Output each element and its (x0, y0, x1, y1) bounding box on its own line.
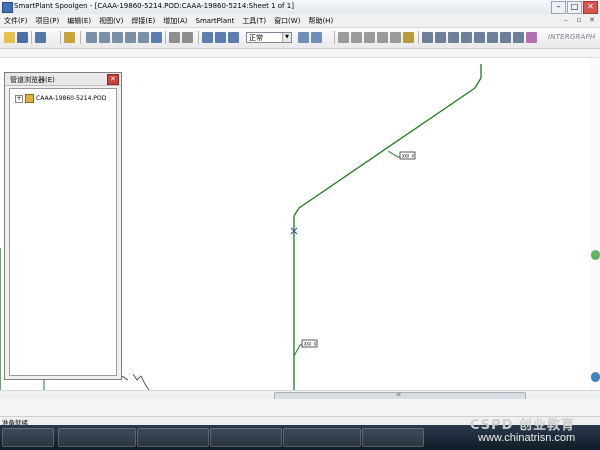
doc-close-button[interactable]: ✕ (587, 15, 597, 25)
menu-smartplant[interactable]: SmartPlant (192, 15, 239, 27)
zoom-window-icon[interactable] (86, 32, 97, 43)
zoom-previous-icon[interactable] (138, 32, 149, 43)
menu-file[interactable]: 文件(F) (0, 15, 32, 27)
note-icon[interactable] (390, 32, 401, 43)
display-mode-select[interactable]: 正常 ▼ (246, 32, 292, 43)
label-icon[interactable] (403, 32, 414, 43)
taskbar-item[interactable] (362, 428, 424, 447)
info-icon[interactable] (422, 32, 433, 43)
menu-weld[interactable]: 焊接(E) (127, 15, 159, 27)
scrollbar-grip-icon: ≡ (396, 391, 402, 398)
title-bar: SmartPlant Spoolgen - [CAAA-19860-5214.P… (0, 0, 600, 15)
pipe-segment-diagonal (298, 87, 476, 209)
watermark-logo: CSPD 创业教育 (470, 418, 575, 433)
export-icon[interactable] (513, 32, 524, 43)
panel-title: 管道浏览器(E) (10, 76, 55, 84)
flange-icon[interactable] (487, 32, 498, 43)
tree-node-label: CAAA-19860-5214.POD (36, 95, 107, 102)
rotate-icon[interactable] (228, 32, 239, 43)
doc-minimize-button[interactable]: – (561, 15, 571, 25)
spool-icon[interactable] (435, 32, 446, 43)
component-symbol (132, 373, 150, 390)
tree-node-pod[interactable]: + CAAA-19860-5214.POD (15, 94, 106, 103)
menu-project[interactable]: 项目(P) (32, 15, 64, 27)
pipe-label-lower-text: XXX X (304, 342, 317, 347)
toolbar-separator (80, 31, 81, 44)
open-icon[interactable] (4, 32, 15, 43)
pipe-browser-panel: 管道浏览器(E) ✕ + CAAA-19860-5214.POD (4, 72, 122, 380)
chevron-down-icon[interactable]: ▼ (282, 33, 291, 42)
menu-edit[interactable]: 编辑(E) (63, 15, 95, 27)
split-icon[interactable] (461, 32, 472, 43)
close-button[interactable]: ✕ (583, 1, 598, 14)
annotation-icon[interactable] (364, 32, 375, 43)
toolbar-separator (31, 31, 32, 44)
view-style-icon[interactable] (298, 32, 309, 43)
navigation-icon[interactable] (591, 250, 600, 260)
zoom-in-icon[interactable] (112, 32, 123, 43)
expand-icon[interactable]: + (15, 94, 23, 103)
align-icon[interactable] (338, 32, 349, 43)
zoom-out-icon[interactable] (125, 32, 136, 43)
toolbar-separator (418, 31, 419, 44)
merge-icon[interactable] (474, 32, 485, 43)
minimize-button[interactable]: – (551, 1, 566, 14)
taskbar-item[interactable] (210, 428, 282, 447)
menu-view[interactable]: 视图(V) (95, 15, 127, 27)
options-icon[interactable] (526, 32, 537, 43)
label-leader-upper (387, 150, 400, 158)
report-icon[interactable] (500, 32, 511, 43)
maximize-button[interactable]: □ (567, 1, 582, 14)
copy-icon[interactable] (215, 32, 226, 43)
toolbar-separator (198, 31, 199, 44)
render-icon[interactable] (311, 32, 322, 43)
menu-help[interactable]: 帮助(H) (304, 15, 337, 27)
select-options-icon[interactable] (182, 32, 193, 43)
app-icon (2, 2, 13, 13)
save-icon[interactable] (17, 32, 28, 43)
window-controls: – □ ✕ (551, 1, 598, 14)
watermark-url: www.chinatrisn.com (478, 432, 576, 444)
toolbar-band (0, 49, 600, 58)
move-icon[interactable] (202, 32, 213, 43)
taskbar-item[interactable] (2, 428, 54, 447)
doc-restore-button[interactable]: ▫ (574, 15, 584, 25)
taskbar-item[interactable] (137, 428, 209, 447)
pipe-segment-bend (474, 77, 482, 89)
label-leader-lower (293, 344, 302, 357)
dimension-icon[interactable] (351, 32, 362, 43)
zoom-extents-icon[interactable] (99, 32, 110, 43)
pan-icon[interactable] (151, 32, 162, 43)
toolbar: 正常 ▼ (0, 28, 600, 49)
panel-close-button[interactable]: ✕ (107, 74, 119, 85)
window-title: SmartPlant Spoolgen - [CAAA-19860-5214.P… (14, 2, 294, 10)
leader-icon[interactable] (377, 32, 388, 43)
menu-window[interactable]: 窗口(W) (270, 15, 304, 27)
taskbar-item[interactable] (283, 428, 361, 447)
taskbar-item[interactable] (58, 428, 136, 447)
display-mode-value: 正常 (249, 34, 263, 42)
undo-icon[interactable] (35, 32, 46, 43)
pod-file-icon (25, 94, 34, 103)
menu-bar: 文件(F) 项目(P) 编辑(E) 视图(V) 焊接(E) 增加(A) Smar… (0, 14, 600, 28)
zoom-tool-icon[interactable] (591, 372, 600, 382)
pipe-segment-elbow (293, 207, 300, 217)
properties-icon[interactable] (64, 32, 75, 43)
document-controls: – ▫ ✕ (561, 15, 597, 25)
pipe-label-upper-text: XXX X (402, 154, 415, 159)
intergraph-logo: INTERGRAPH (548, 33, 596, 41)
menu-tools[interactable]: 工具(T) (238, 15, 270, 27)
component-symbol (121, 375, 129, 381)
toolbar-separator (334, 31, 335, 44)
right-edge (590, 58, 600, 390)
weld-icon[interactable] (448, 32, 459, 43)
toolbar-separator (60, 31, 61, 44)
panel-title-bar: 管道浏览器(E) ✕ (5, 73, 121, 86)
pipe-tree[interactable]: + CAAA-19860-5214.POD (9, 88, 117, 376)
select-icon[interactable] (169, 32, 180, 43)
toolbar-separator (165, 31, 166, 44)
menu-add[interactable]: 增加(A) (159, 15, 191, 27)
